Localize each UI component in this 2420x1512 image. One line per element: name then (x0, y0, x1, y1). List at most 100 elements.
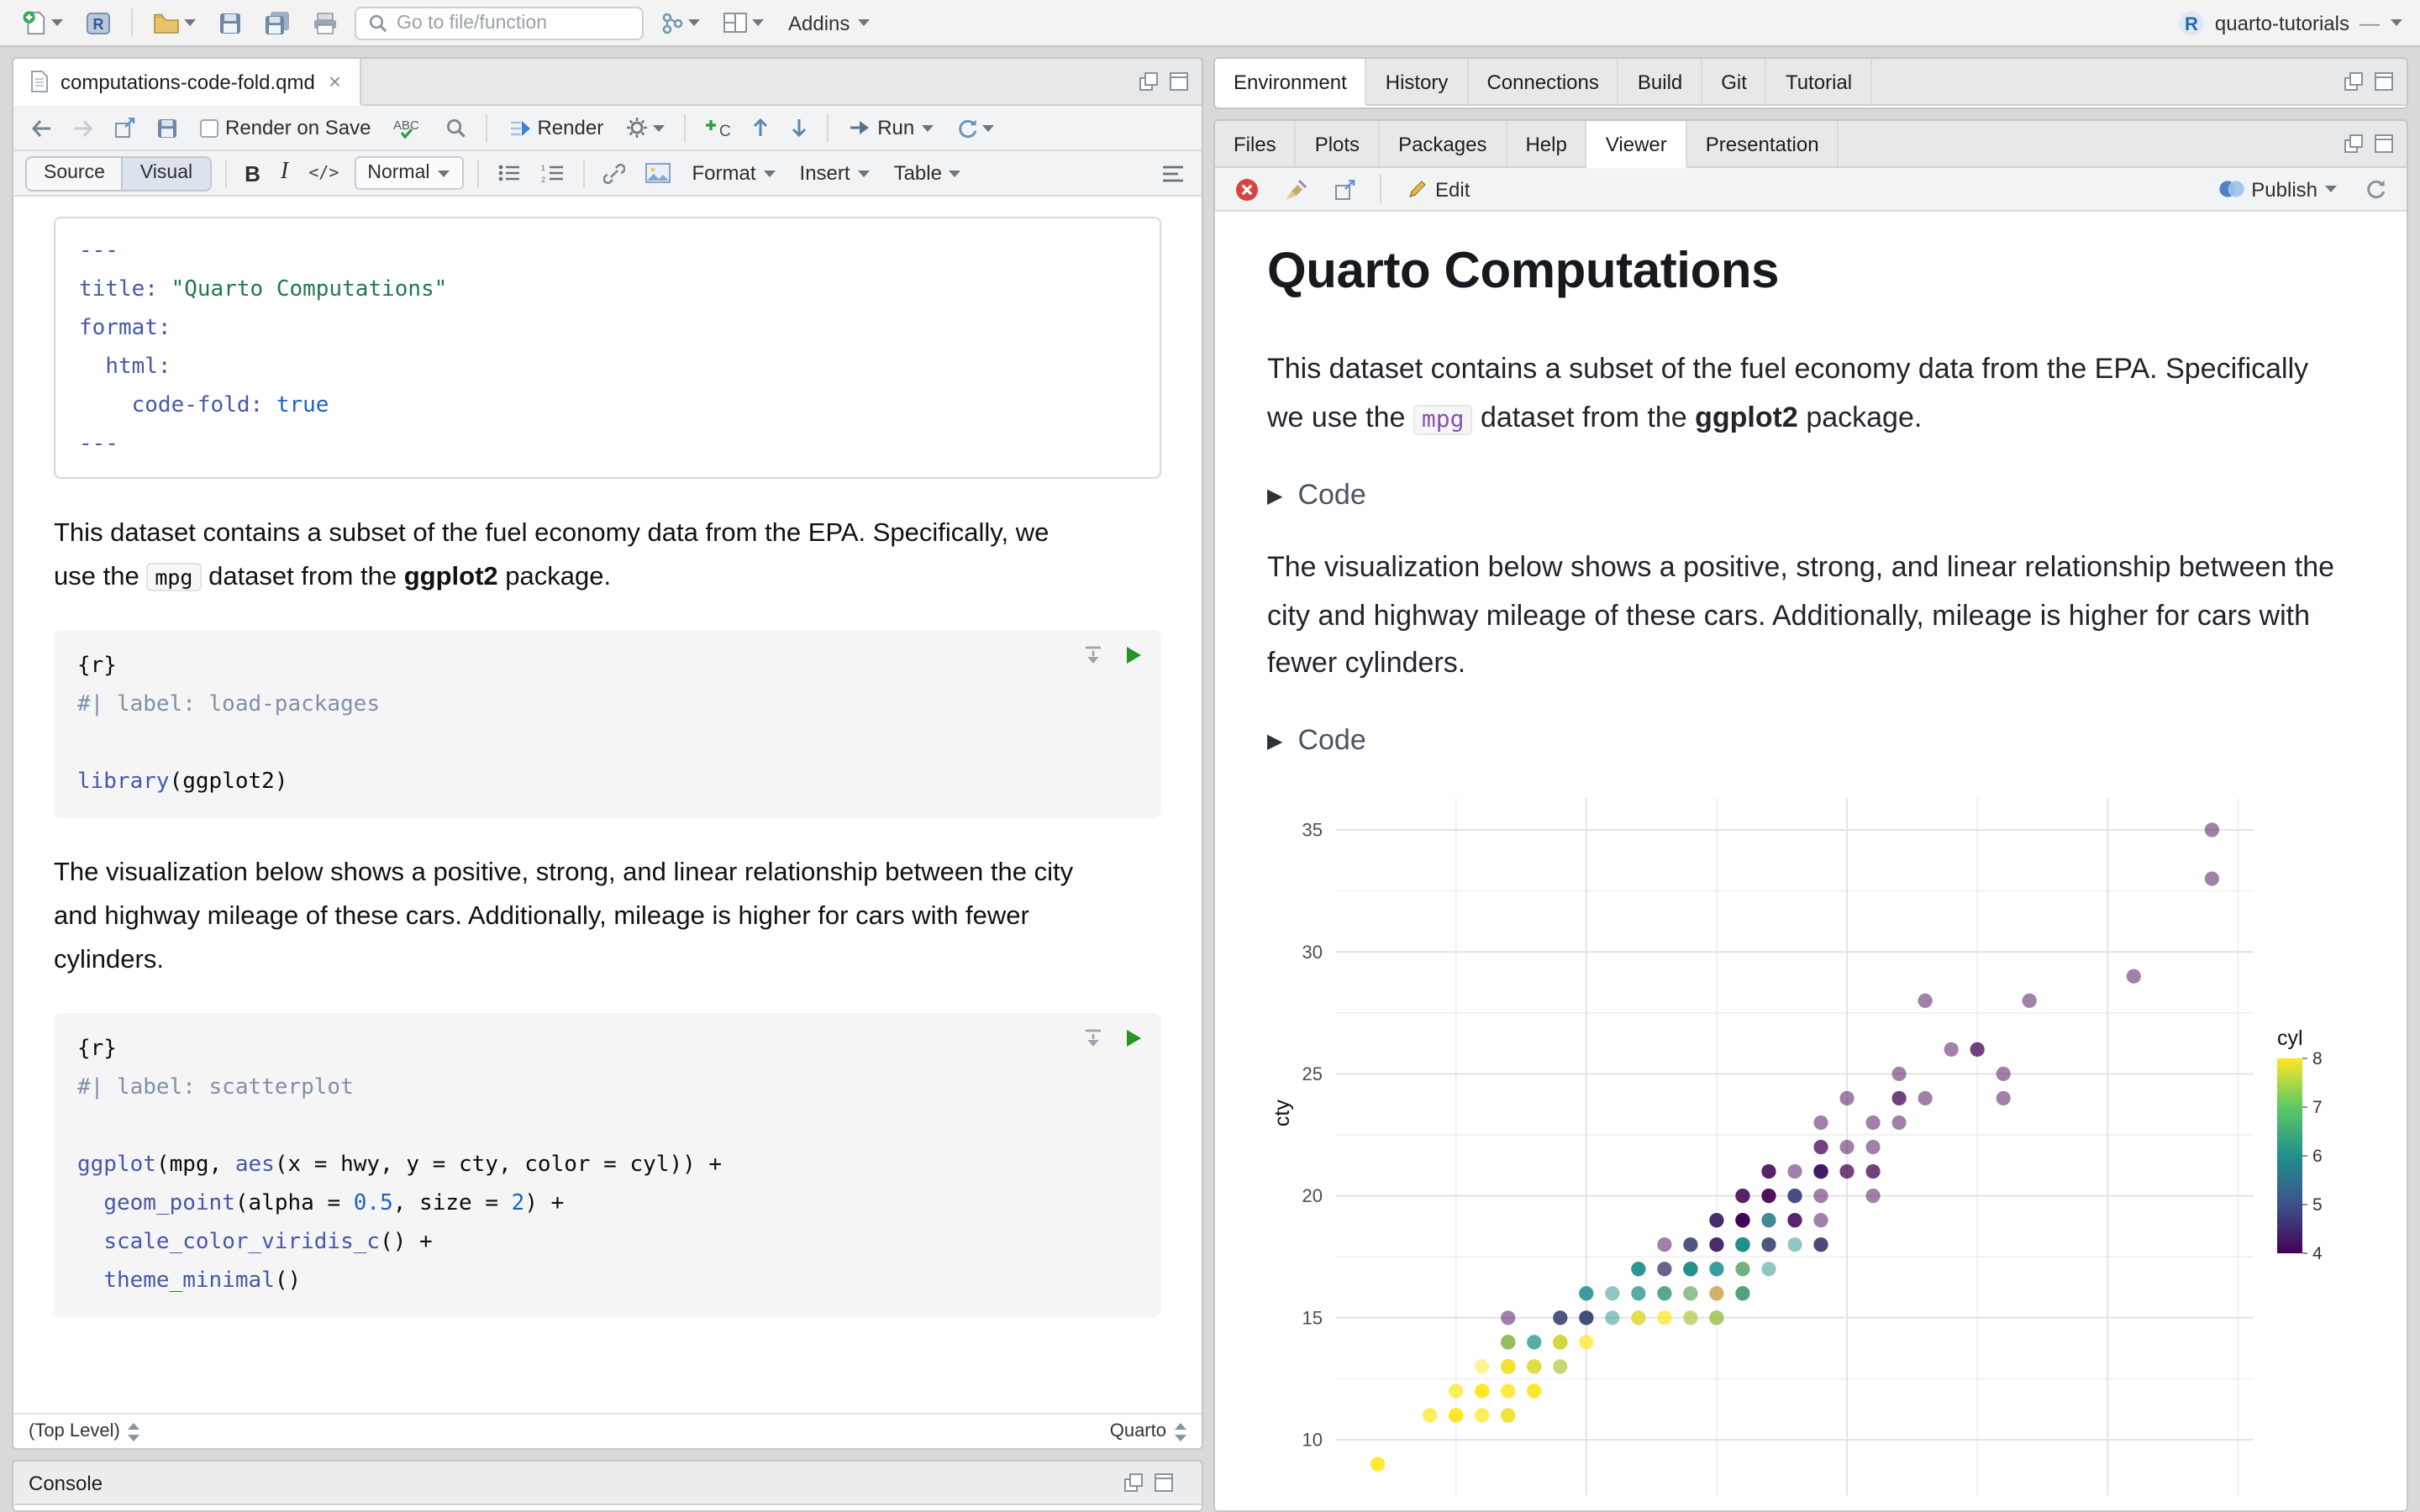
tab-packages[interactable]: Packages (1380, 121, 1507, 166)
code-fold-summary[interactable]: ▶ Code (1267, 470, 2386, 521)
minimize-pane-icon[interactable] (1139, 72, 1158, 91)
tab-plots[interactable]: Plots (1297, 121, 1381, 166)
tab-history[interactable]: History (1367, 59, 1469, 104)
refresh-viewer-button[interactable] (2360, 175, 2391, 203)
r-project-icon: R (87, 13, 110, 34)
code-fold-summary[interactable]: ▶ Code (1267, 715, 2386, 765)
tab-presentation[interactable]: Presentation (1687, 121, 1839, 166)
close-icon[interactable]: × (327, 71, 343, 92)
back-button[interactable] (25, 115, 57, 140)
tab-environment[interactable]: Environment (1215, 59, 1367, 106)
tab-connections[interactable]: Connections (1468, 59, 1619, 104)
code-fold-disclosure[interactable]: ▶ Code (1267, 715, 2386, 765)
document-tab[interactable]: computations-code-fold.qmd × (13, 59, 362, 106)
outline-toggle-button[interactable] (1156, 160, 1190, 186)
paragraph-style-dropdown[interactable]: Normal (354, 156, 464, 190)
go-to-previous-chunk-button[interactable] (746, 114, 775, 141)
yaml-front-matter[interactable]: --- title: "Quarto Computations" format: h… (54, 217, 1161, 479)
outline-location-control[interactable]: (Top Level) (29, 1421, 140, 1441)
code-chunk-load-packages[interactable]: {r} #| label: load-packages library(ggplo… (54, 630, 1161, 818)
forward-button[interactable] (67, 115, 99, 140)
table-menu[interactable]: Table (887, 158, 969, 188)
print-button[interactable] (308, 8, 343, 38)
tab-git[interactable]: Git (1702, 59, 1767, 104)
source-mode-button[interactable]: Source (27, 157, 122, 189)
tab-build[interactable]: Build (1619, 59, 1703, 104)
chevron-down-icon (184, 19, 196, 26)
console-body[interactable] (13, 1505, 1202, 1510)
toolbar-separator (131, 8, 133, 37)
publish-button[interactable]: Publish (2211, 174, 2344, 204)
format-menu[interactable]: Format (686, 158, 783, 188)
maximize-pane-icon[interactable] (1170, 72, 1188, 91)
run-chunks-above-icon[interactable] (1082, 1028, 1104, 1048)
save-all-button[interactable] (259, 7, 296, 39)
numbered-list-button[interactable]: 12 (536, 160, 570, 186)
maximize-pane-icon[interactable] (2375, 72, 2393, 91)
save-button[interactable] (213, 8, 247, 38)
clear-all-button[interactable] (1279, 174, 1314, 204)
document-tab-title: computations-code-fold.qmd (60, 70, 315, 93)
tab-viewer[interactable]: Viewer (1586, 121, 1687, 168)
insert-image-button[interactable] (640, 160, 676, 186)
run-chunk-icon[interactable] (1124, 1028, 1143, 1048)
render-options-button[interactable] (620, 113, 671, 143)
minimize-pane-icon[interactable] (1124, 1473, 1143, 1492)
clear-viewer-button[interactable] (1230, 174, 1264, 204)
code-format-button[interactable]: </> (303, 160, 344, 186)
svg-text:R: R (93, 16, 104, 33)
publish-label: Publish (2251, 177, 2317, 201)
run-chunks-above-icon[interactable] (1082, 645, 1104, 665)
tab-help[interactable]: Help (1507, 121, 1587, 166)
new-file-button[interactable] (17, 7, 69, 39)
document-type-control[interactable]: Quarto (1110, 1421, 1186, 1441)
chevron-down-icon (763, 170, 776, 176)
minimize-pane-icon[interactable] (2344, 72, 2363, 91)
insert-chunk-button[interactable]: C (699, 113, 736, 143)
visual-mode-button[interactable]: Visual (121, 157, 210, 189)
code-chunk-scatterplot[interactable]: {r} #| label: scatterplot ggplot(mpg, aes… (54, 1013, 1161, 1317)
pane-layout-button[interactable] (718, 8, 770, 37)
rerun-icon (959, 118, 977, 138)
project-menu[interactable]: R quarto-tutorials — (2178, 9, 2403, 36)
spellcheck-button[interactable]: ABC (387, 113, 429, 143)
popout-button[interactable] (109, 114, 141, 141)
rerun-button[interactable] (951, 113, 1000, 142)
visual-editor-content[interactable]: --- title: "Quarto Computations" format: h… (13, 197, 1202, 1413)
bold-button[interactable]: B (239, 157, 266, 189)
rendered-document[interactable]: Quarto Computations This dataset contain… (1215, 212, 2407, 1510)
run-chunk-icon[interactable] (1124, 645, 1143, 665)
render-on-save-checkbox[interactable]: Render on Save (193, 113, 377, 143)
tab-label: Files (1234, 132, 1276, 155)
svg-text:8: 8 (2312, 1048, 2323, 1068)
tab-files[interactable]: Files (1215, 121, 1297, 166)
open-file-button[interactable] (148, 8, 202, 38)
editor-paragraph[interactable]: This dataset contains a subset of the fu… (54, 512, 1096, 600)
tab-tutorial[interactable]: Tutorial (1767, 59, 1873, 104)
save-document-button[interactable] (151, 113, 183, 142)
addins-menu[interactable]: Addins (781, 8, 876, 38)
maximize-pane-icon[interactable] (2375, 134, 2393, 153)
run-button[interactable]: Run (842, 113, 941, 143)
insert-menu[interactable]: Insert (793, 158, 877, 188)
find-replace-button[interactable] (439, 113, 471, 142)
edit-label: Edit (1435, 177, 1470, 201)
editor-paragraph[interactable]: The visualization below shows a positive… (54, 852, 1096, 983)
goto-file-function-input[interactable]: Go to file/function (355, 6, 644, 39)
insert-link-button[interactable] (598, 159, 630, 187)
toolbar-separator (582, 159, 585, 187)
code-fold-disclosure[interactable]: ▶ Code (1267, 470, 2386, 521)
bullet-list-button[interactable] (492, 160, 526, 186)
svg-text:cty: cty (1270, 1099, 1294, 1126)
version-control-button[interactable] (655, 8, 706, 38)
console-header[interactable]: Console (13, 1462, 1202, 1505)
go-to-next-chunk-button[interactable] (785, 114, 813, 141)
edit-button[interactable]: Edit (1400, 174, 1476, 204)
italic-button[interactable]: I (276, 156, 293, 190)
maximize-pane-icon[interactable] (1155, 1473, 1173, 1492)
viewer-tabbar: Files Plots Packages Help Viewer Present… (1215, 121, 2407, 168)
new-project-button[interactable]: R (81, 7, 116, 39)
viewer-popout-button[interactable] (1329, 176, 1361, 202)
render-button[interactable]: Render (500, 113, 610, 143)
minimize-pane-icon[interactable] (2344, 134, 2363, 153)
